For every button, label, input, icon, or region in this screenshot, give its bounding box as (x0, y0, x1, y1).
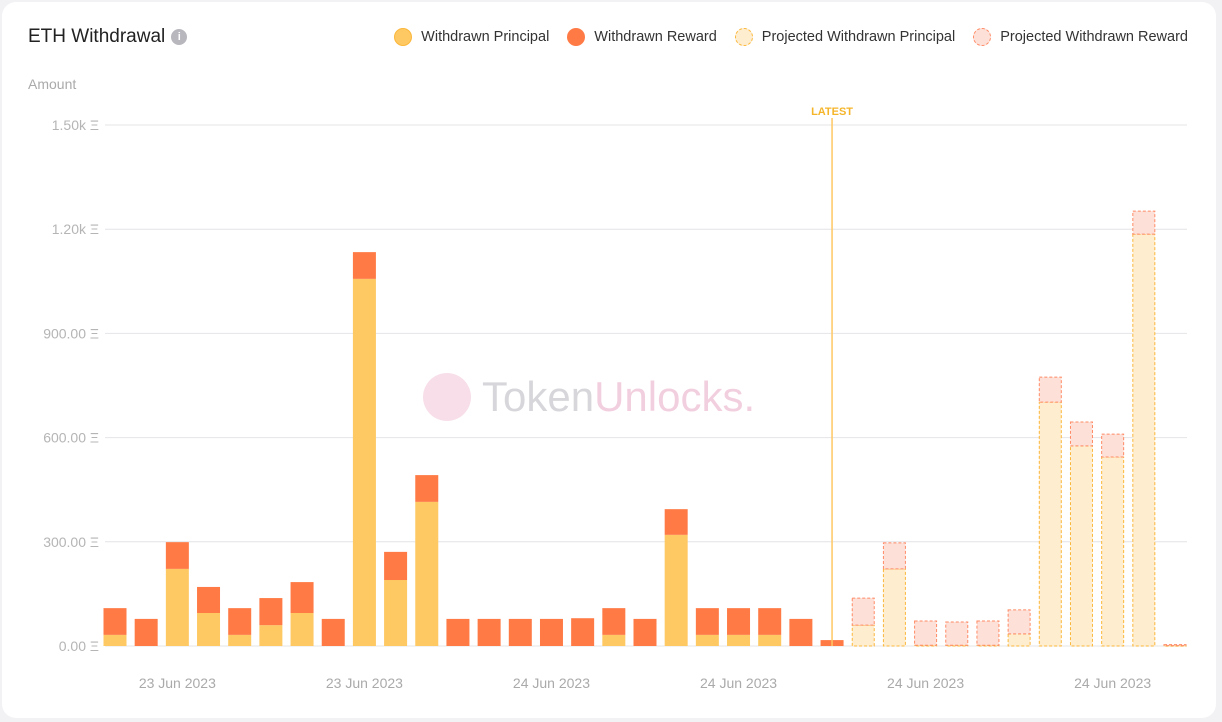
bar-projected-principal (1132, 233, 1156, 647)
bar-projected-reward (882, 542, 906, 570)
bar-projected-reward (1132, 210, 1156, 235)
watermark-lock-icon (423, 373, 471, 421)
bar-withdrawn-reward (165, 542, 189, 569)
y-tick-label: 600.00 Ξ (43, 430, 99, 446)
bar-projected-principal (882, 568, 906, 647)
bar-projected-principal (1038, 401, 1062, 647)
bar-withdrawn-principal (197, 613, 221, 646)
x-tick-label: 24 Jun 2023 (700, 675, 777, 691)
bar-projected-reward (945, 621, 969, 646)
y-tick-label: 1.20k Ξ (52, 221, 99, 237)
bar-withdrawn-principal (165, 568, 189, 646)
x-tick-label: 23 Jun 2023 (139, 675, 216, 691)
bar-withdrawn-reward (228, 608, 252, 635)
bar-withdrawn-principal (415, 501, 439, 646)
bar-withdrawn-reward (477, 618, 501, 646)
bar-withdrawn-reward (633, 618, 657, 646)
bar-projected-reward (851, 597, 875, 626)
bar-projected-reward (976, 620, 1000, 646)
bar-withdrawn-reward (290, 582, 314, 614)
x-tick-label: 24 Jun 2023 (887, 675, 964, 691)
bar-withdrawn-reward (321, 618, 345, 646)
bar-withdrawn-principal (352, 278, 376, 646)
bar-withdrawn-reward (103, 608, 127, 635)
bar-withdrawn-principal (664, 534, 688, 646)
bar-withdrawn-reward (352, 252, 376, 279)
bar-withdrawn-principal (228, 634, 252, 646)
bar-withdrawn-reward (602, 608, 626, 635)
bar-withdrawn-reward (758, 608, 782, 635)
bar-projected-principal (1007, 633, 1031, 647)
y-tick-label: 0.00 Ξ (59, 638, 99, 654)
bar-projected-reward (1069, 421, 1093, 447)
bar-projected-principal (1101, 456, 1125, 647)
bar-withdrawn-reward (415, 475, 439, 502)
y-tick-label: 900.00 Ξ (43, 325, 99, 341)
bar-withdrawn-principal (602, 634, 626, 646)
bar-withdrawn-principal (259, 625, 283, 646)
y-tick-label: 1.50k Ξ (52, 117, 99, 133)
bar-projected-reward (1007, 609, 1031, 635)
bar-withdrawn-reward (508, 618, 532, 646)
bar-withdrawn-principal (290, 613, 314, 646)
bar-withdrawn-reward (571, 618, 595, 646)
bar-projected-reward (914, 620, 938, 646)
bar-withdrawn-reward (727, 608, 751, 635)
bar-withdrawn-principal (758, 634, 782, 646)
bar-withdrawn-reward (664, 509, 688, 535)
bar-withdrawn-reward (539, 618, 563, 646)
bar-withdrawn-reward (789, 618, 813, 646)
watermark-text: TokenUnlocks. (482, 373, 755, 420)
x-tick-label: 24 Jun 2023 (513, 675, 590, 691)
bar-withdrawn-reward (259, 598, 283, 626)
chart-svg: TokenUnlocks. 0.00 Ξ 300.00 Ξ 600.00 Ξ 900.0… (43, 106, 1187, 691)
bar-withdrawn-reward (695, 608, 719, 635)
latest-marker-label: LATEST (811, 106, 853, 118)
bar-withdrawn-reward (197, 586, 221, 614)
x-tick-label: 23 Jun 2023 (326, 675, 403, 691)
bar-projected-principal (851, 624, 875, 647)
bar-projected-reward (1101, 433, 1125, 458)
bar-projected-reward (1163, 644, 1187, 647)
watermark-logo: TokenUnlocks. (423, 373, 755, 421)
bar-withdrawn-reward (446, 618, 470, 646)
bar-withdrawn-reward (134, 618, 158, 646)
bar-withdrawn-reward (384, 551, 408, 581)
bar-withdrawn-principal (384, 580, 408, 646)
x-tick-label: 24 Jun 2023 (1074, 675, 1151, 691)
y-tick-label: 300.00 Ξ (43, 534, 99, 550)
bar-withdrawn-principal (103, 634, 127, 646)
bar-withdrawn-principal (695, 634, 719, 646)
bar-projected-reward (1038, 376, 1062, 403)
bar-withdrawn-principal (727, 634, 751, 646)
bar-projected-principal (1069, 445, 1093, 647)
